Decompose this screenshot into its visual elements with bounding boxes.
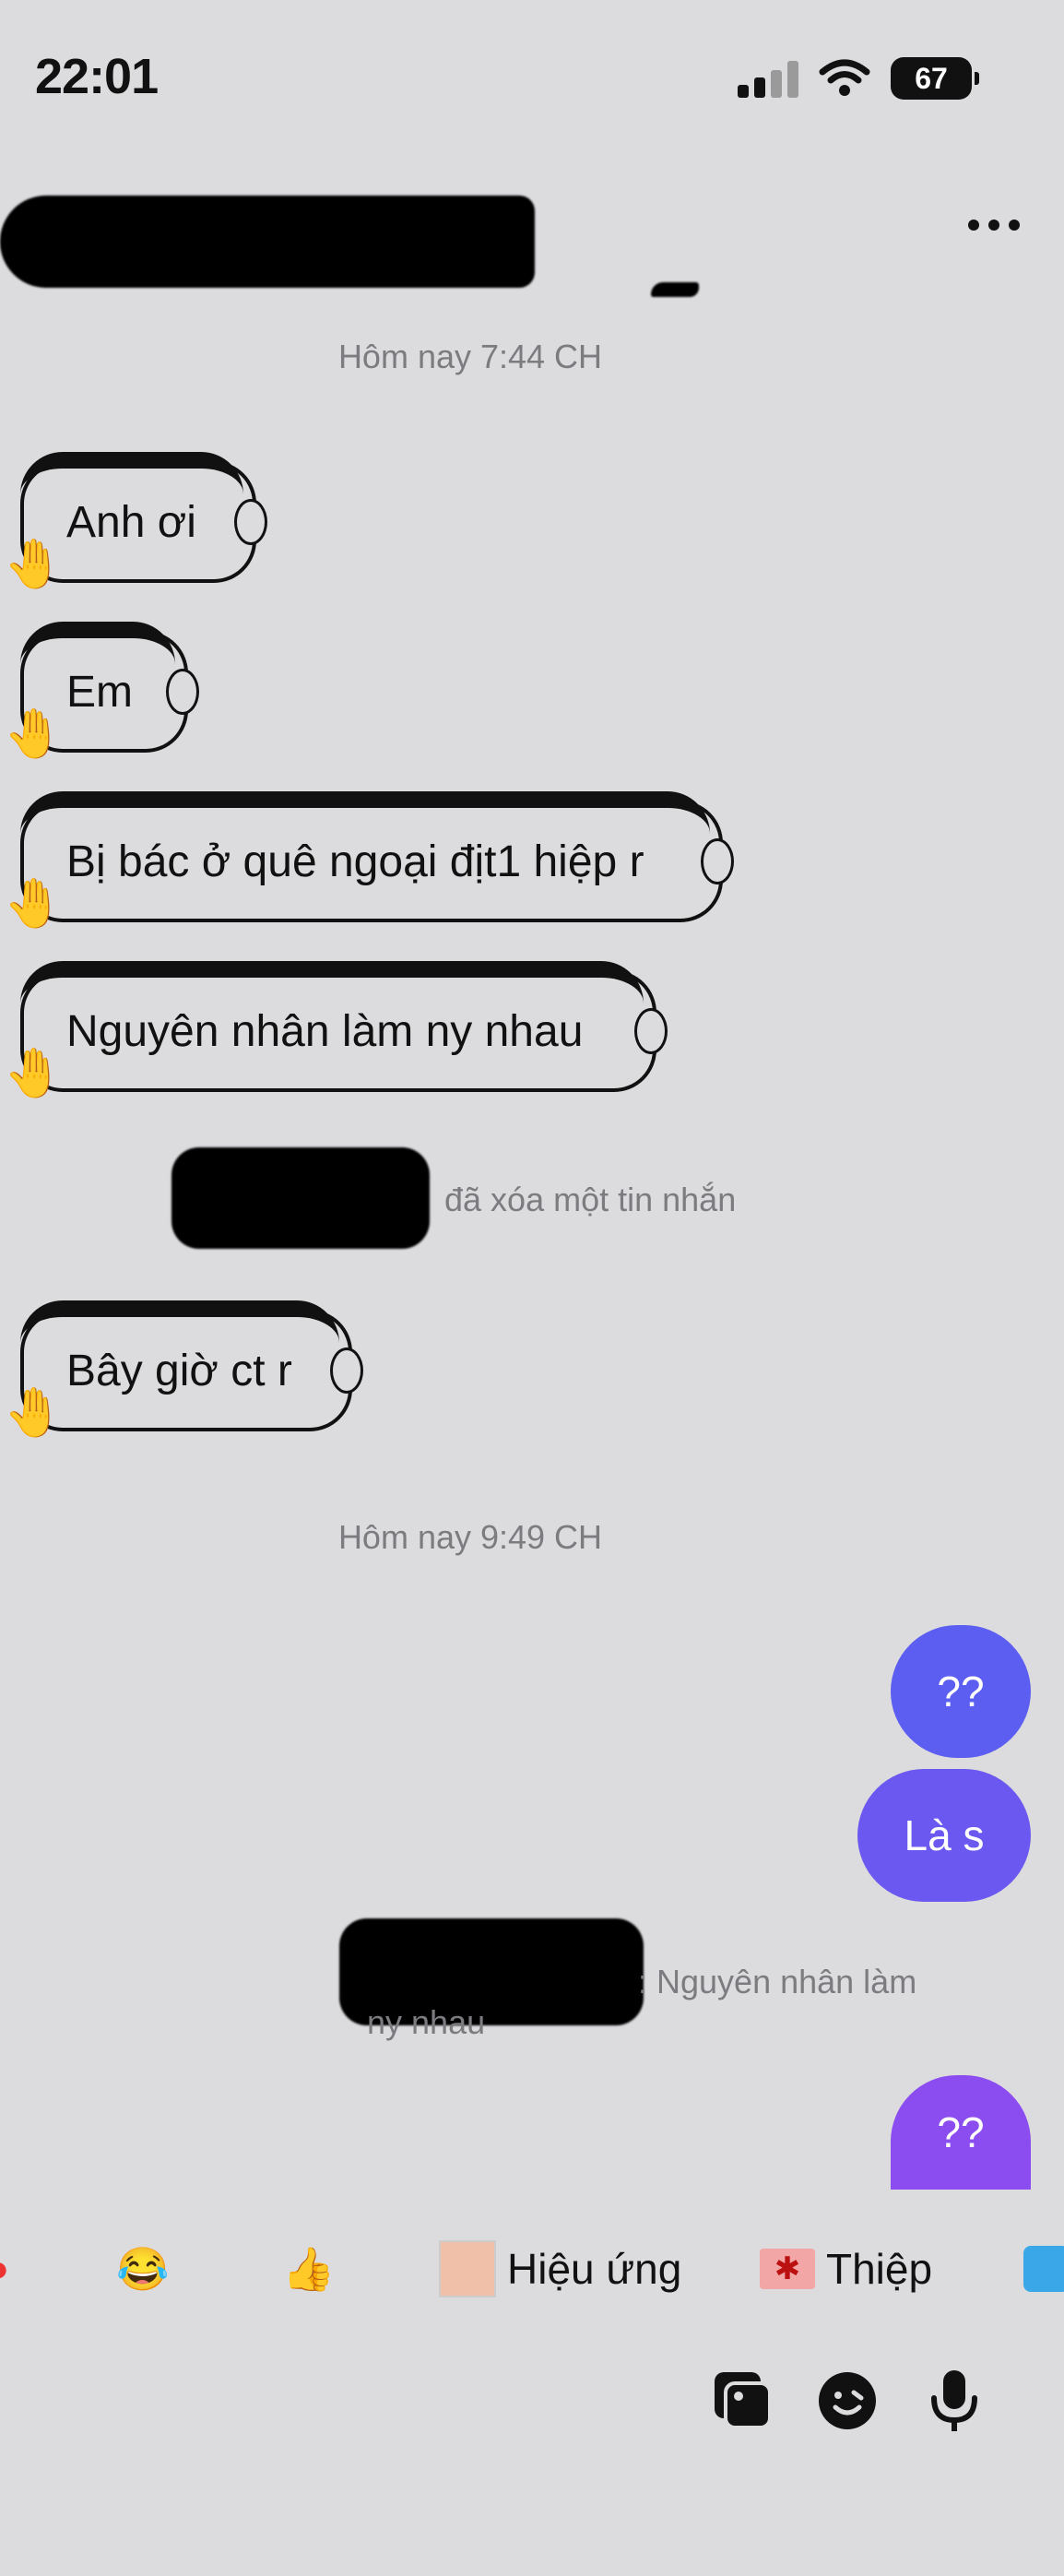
ear-decoration (330, 1347, 363, 1394)
gallery-icon[interactable] (710, 2368, 774, 2433)
incoming-message[interactable]: Anh ơi 🤚 (4, 452, 267, 591)
sender-name-redacted (171, 1147, 430, 1249)
outgoing-message[interactable]: Là s (857, 1769, 1031, 1902)
battery-icon: 67 (891, 57, 979, 100)
more-options-button[interactable] (968, 220, 1020, 231)
emoji-laugh-button[interactable]: 😂 (116, 2214, 169, 2324)
hand-icon: 🤚 (4, 877, 64, 931)
timestamp: Hôm nay 7:44 CH (337, 338, 603, 375)
card-button[interactable]: ✱ Thiệp (760, 2214, 932, 2324)
timestamp: Hôm nay 9:49 CH (337, 1518, 603, 1556)
message-text: ?? (937, 1668, 985, 1715)
incoming-message[interactable]: Bị bác ở quê ngoại địt1 hiệp r 🤚 (4, 791, 734, 931)
avatar-icon (439, 2240, 496, 2297)
message-text: Bị bác ở quê ngoại địt1 hiệp r (66, 837, 644, 886)
status-time: 22:01 (35, 49, 159, 104)
effects-button[interactable]: Hiệu ứng (439, 2214, 681, 2324)
emoji-thumbs-up-button[interactable]: 👍 (282, 2214, 335, 2324)
message-text: Anh ơi (66, 497, 196, 547)
outgoing-message[interactable]: ?? (891, 2075, 1031, 2190)
ear-decoration (701, 838, 734, 884)
reply-quote-line1: : Nguyên nhân làm (638, 1963, 917, 2000)
incoming-message[interactable]: Em 🤚 (4, 622, 199, 761)
message-text: Bây giờ ct r (66, 1346, 292, 1395)
hand-icon: 🤚 (4, 707, 64, 761)
gift-card-icon: ✱ (760, 2249, 815, 2289)
outgoing-message[interactable]: ?? (891, 1625, 1031, 1758)
incoming-message[interactable]: Bây giờ ct r 🤚 (4, 1300, 363, 1440)
ear-decoration (166, 669, 199, 715)
message-text: Là s (904, 1811, 985, 1859)
signal-icon (738, 59, 798, 98)
message-text: Nguyên nhân làm ny nhau (66, 1006, 584, 1056)
suggestion-bar: ● 😂 👍 Hiệu ứng ✱ Thiệp (0, 2214, 1064, 2324)
contact-status-redacted (651, 282, 699, 297)
microphone-icon[interactable] (922, 2368, 987, 2433)
reaction-heart[interactable]: ● (0, 2214, 9, 2324)
hand-icon: 🤚 (4, 1386, 64, 1440)
contact-name-redacted (0, 196, 535, 288)
ear-decoration (634, 1008, 668, 1054)
deleted-message-notice: đã xóa một tin nhắn (444, 1181, 737, 1218)
wifi-icon (819, 59, 870, 96)
ear-decoration (234, 499, 267, 545)
incoming-message[interactable]: Nguyên nhân làm ny nhau 🤚 (4, 961, 668, 1100)
sticker-icon[interactable] (815, 2368, 880, 2433)
hand-icon: 🤚 (4, 538, 64, 591)
message-text: ?? (937, 2108, 985, 2156)
card-label: Thiệp (826, 2245, 933, 2293)
more-suggestions-button[interactable] (1023, 2214, 1064, 2324)
reply-quote-line2: ny nhau (367, 2003, 486, 2041)
hand-icon: 🤚 (4, 1047, 64, 1100)
effects-label: Hiệu ứng (507, 2245, 682, 2293)
status-icons: 67 (738, 55, 979, 101)
battery-level: 67 (915, 61, 948, 95)
message-text: Em (66, 667, 133, 717)
